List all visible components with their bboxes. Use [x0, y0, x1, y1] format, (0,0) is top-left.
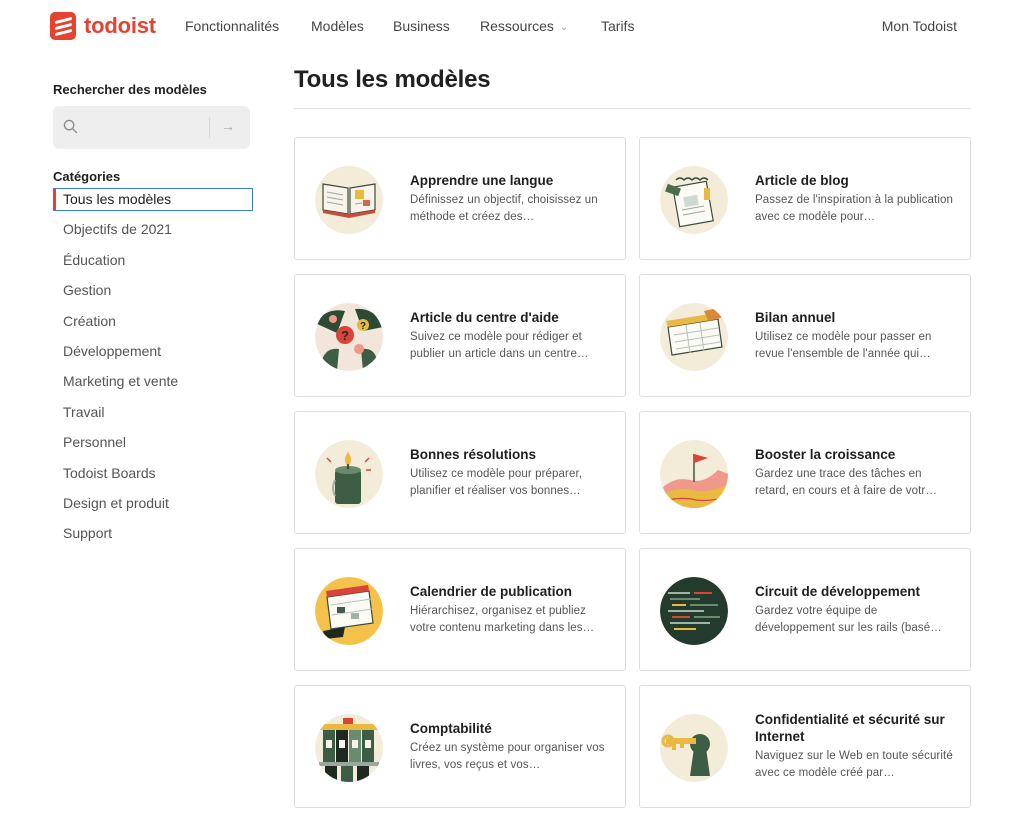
category-development[interactable]: Développement: [53, 340, 253, 370]
card-description: Utilisez ce modèle pour préparer, planif…: [410, 468, 583, 497]
category-management[interactable]: Gestion: [53, 279, 253, 309]
card-description: Gardez une trace des tâches en retard, e…: [755, 468, 937, 497]
code-editor-icon: [660, 577, 728, 645]
nav-templates[interactable]: Modèles: [311, 18, 364, 34]
card-title: Booster la croissance: [755, 447, 896, 462]
candle-icon: [315, 440, 383, 508]
card-text: Article de blog Passez de l'inspiration …: [755, 172, 956, 226]
search-box: →: [53, 106, 250, 149]
category-marketing-sales[interactable]: Marketing et vente: [53, 370, 253, 400]
category-support[interactable]: Support: [53, 522, 253, 552]
flag-mountain-icon: [660, 440, 728, 508]
template-card-accounting[interactable]: Comptabilité Créez un système pour organ…: [294, 685, 626, 808]
card-title: Article de blog: [755, 173, 849, 188]
svg-text:?: ?: [360, 321, 366, 332]
card-text: Calendrier de publication Hiérarchisez, …: [410, 583, 611, 637]
card-text: Apprendre une langue Définissez un objec…: [410, 172, 611, 226]
card-description: Suivez ce modèle pour rédiger et publier…: [410, 331, 589, 360]
category-list: Tous les modèles Objectifs de 2021 Éduca…: [53, 188, 253, 553]
logo-text: todoist: [84, 13, 156, 38]
card-title: Bonnes résolutions: [410, 447, 537, 462]
category-work[interactable]: Travail: [53, 401, 253, 431]
chevron-down-icon: ⌄: [559, 22, 569, 33]
card-title: Comptabilité: [410, 721, 492, 736]
title-divider: [294, 108, 971, 109]
card-title: Confidentialité et sécurité sur Internet: [755, 712, 945, 744]
open-book-icon: [315, 166, 383, 234]
search-icon: [63, 119, 78, 134]
category-education[interactable]: Éducation: [53, 249, 253, 279]
arrow-right-icon[interactable]: →: [221, 118, 235, 134]
template-card-help-center[interactable]: ? ? Article du centre d'aide Suivez ce m…: [294, 274, 626, 397]
nav-resources-label: Ressources: [480, 18, 554, 34]
card-title: Bilan annuel: [755, 310, 836, 325]
category-creation[interactable]: Création: [53, 310, 253, 340]
template-card-boost-growth[interactable]: Booster la croissance Gardez une trace d…: [639, 411, 971, 534]
notepad-icon: [660, 166, 728, 234]
template-card-resolutions[interactable]: Bonnes résolutions Utilisez ce modèle po…: [294, 411, 626, 534]
card-description: Créez un système pour organiser vos livr…: [410, 742, 605, 771]
category-all-templates[interactable]: Tous les modèles: [53, 188, 253, 211]
keyhole-icon: [660, 714, 728, 782]
card-text: Confidentialité et sécurité sur Internet…: [755, 711, 956, 782]
card-text: Circuit de développement Gardez votre éq…: [755, 583, 956, 637]
card-title: Article du centre d'aide: [410, 310, 559, 325]
card-text: Comptabilité Créez un système pour organ…: [410, 720, 611, 774]
card-description: Gardez votre équipe de développement sur…: [755, 605, 942, 634]
template-card-blog-article[interactable]: Article de blog Passez de l'inspiration …: [639, 137, 971, 260]
todoist-logo[interactable]: todoist: [50, 12, 156, 40]
card-title: Calendrier de publication: [410, 584, 573, 599]
card-title: Circuit de développement: [755, 584, 921, 599]
svg-text:?: ?: [341, 328, 349, 343]
card-description: Naviguez sur le Web en toute sécurité av…: [755, 750, 953, 779]
card-text: Bilan annuel Utilisez ce modèle pour pas…: [755, 309, 956, 363]
search-divider: [209, 117, 210, 138]
template-grid: Apprendre une langue Définissez un objec…: [294, 137, 971, 808]
card-description: Utilisez ce modèle pour passer en revue …: [755, 331, 932, 360]
top-navigation: todoist Fonctionnalités Modèles Business…: [0, 0, 1020, 54]
card-text: Booster la croissance Gardez une trace d…: [755, 446, 956, 500]
card-description: Passez de l'inspiration à la publication…: [755, 194, 953, 223]
search-title: Rechercher des modèles: [53, 82, 207, 97]
card-description: Hiérarchisez, organisez et publiez votre…: [410, 605, 595, 634]
my-todoist-link[interactable]: Mon Todoist: [882, 18, 957, 34]
card-title: Apprendre une langue: [410, 173, 554, 188]
template-card-publishing-calendar[interactable]: Calendrier de publication Hiérarchisez, …: [294, 548, 626, 671]
todoist-logo-icon: [50, 12, 76, 40]
publishing-calendar-icon: [315, 577, 383, 645]
binders-icon: [315, 714, 383, 782]
main-content: Tous les modèles Apprendre une langue Dé…: [294, 66, 971, 808]
card-text: Article du centre d'aide Suivez ce modèl…: [410, 309, 611, 363]
sidebar: Rechercher des modèles → Catégories Tous…: [53, 80, 253, 553]
categories-title: Catégories: [53, 169, 121, 184]
template-card-learn-language[interactable]: Apprendre une langue Définissez un objec…: [294, 137, 626, 260]
nav-business[interactable]: Business: [393, 18, 450, 34]
template-card-annual-review[interactable]: Bilan annuel Utilisez ce modèle pour pas…: [639, 274, 971, 397]
category-personal[interactable]: Personnel: [53, 431, 253, 461]
category-design-product[interactable]: Design et produit: [53, 492, 253, 522]
card-description: Définissez un objectif, choisissez un mé…: [410, 194, 598, 223]
template-card-privacy-security[interactable]: Confidentialité et sécurité sur Internet…: [639, 685, 971, 808]
nav-features[interactable]: Fonctionnalités: [185, 18, 279, 34]
category-goals-2021[interactable]: Objectifs de 2021: [53, 218, 253, 248]
page-title: Tous les modèles: [294, 66, 491, 93]
card-text: Bonnes résolutions Utilisez ce modèle po…: [410, 446, 611, 500]
question-marks-icon: ? ?: [315, 303, 383, 371]
nav-pricing[interactable]: Tarifs: [601, 18, 634, 34]
calendar-icon: [660, 303, 728, 371]
nav-resources[interactable]: Ressources ⌄: [480, 18, 568, 34]
search-input[interactable]: [87, 116, 207, 140]
category-todoist-boards[interactable]: Todoist Boards: [53, 462, 253, 492]
template-card-dev-pipeline[interactable]: Circuit de développement Gardez votre éq…: [639, 548, 971, 671]
